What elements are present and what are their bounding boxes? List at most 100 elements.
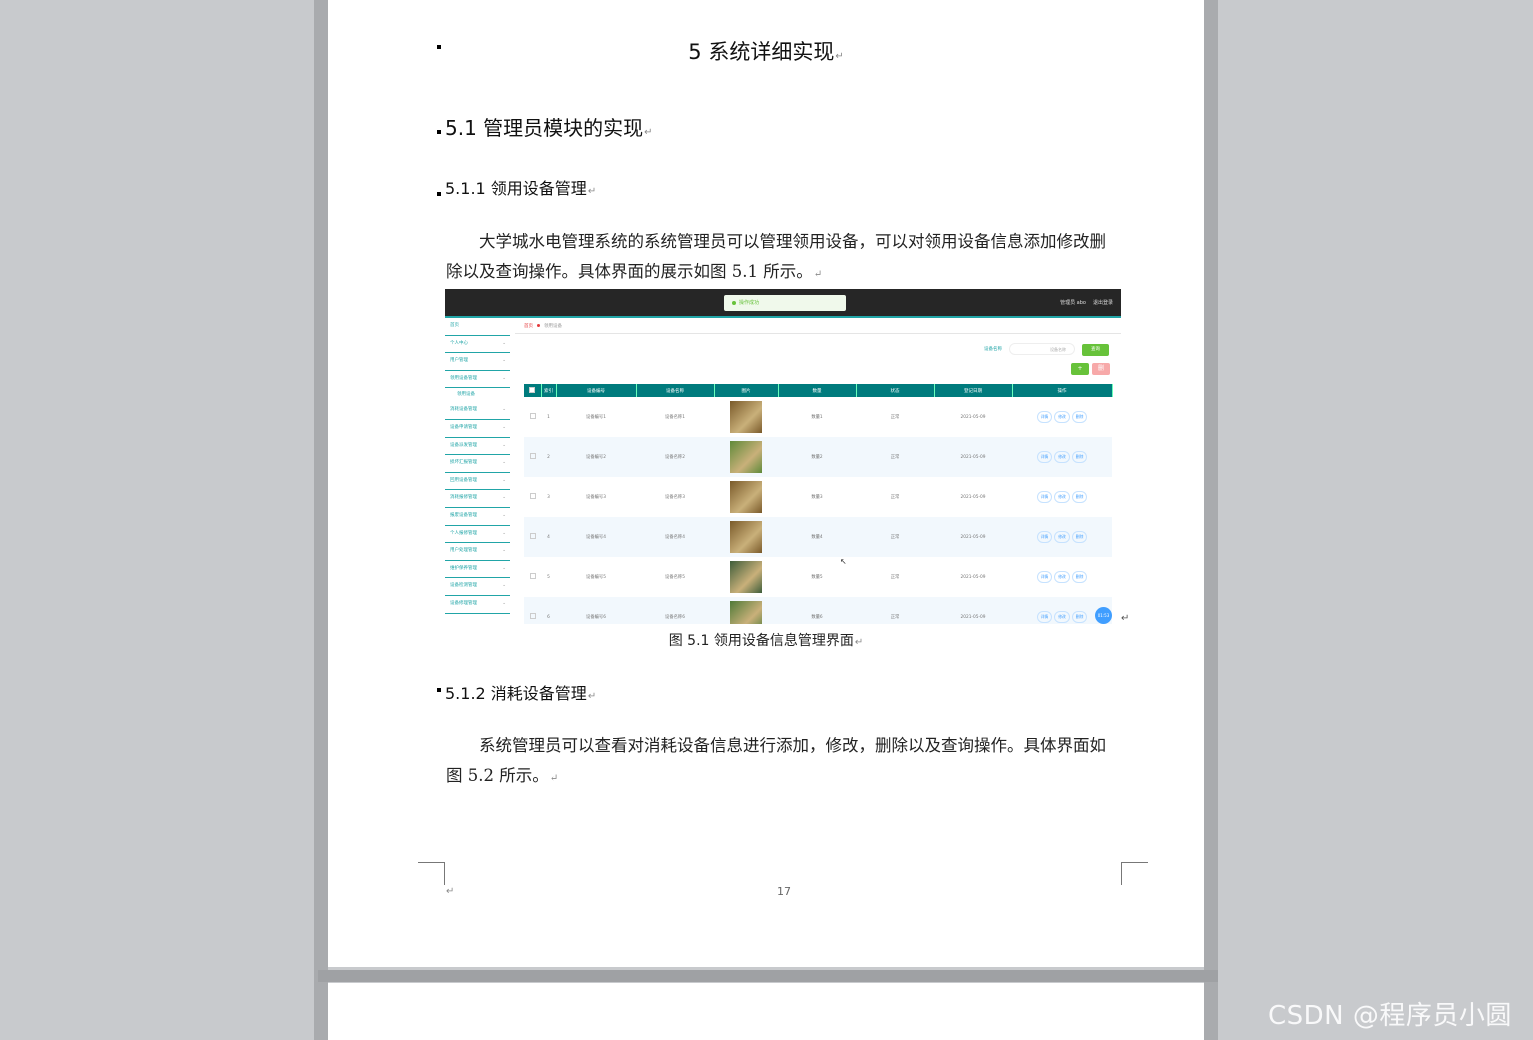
chevron-down-icon: ⌄ (502, 565, 506, 571)
table-cell: 设备名称3 (665, 495, 685, 500)
table-cell: 设备编号3 (586, 495, 606, 500)
subsection-title: 5.1.1 领用设备管理↵ (445, 179, 597, 198)
chevron-down-icon: ⌄ (502, 442, 506, 448)
table-cell (714, 517, 778, 557)
column-header: 登记日期 (934, 384, 1013, 397)
search-input: 设备名称 (1009, 343, 1075, 355)
row-checkbox (529, 533, 536, 539)
sidebar-item: 用户管理 ⌄ (445, 353, 510, 371)
select-all-checkbox (529, 386, 536, 393)
table-row: 5 设备编号5 设备名称5 数量5 正常 2021-05-09 详情 修改 删除 (524, 557, 1112, 597)
watermark: CSDN @程序员小圆 (1268, 1001, 1512, 1031)
table-cell: 4 (541, 517, 556, 557)
search-button: 查询 (1082, 344, 1109, 356)
add-button: + (1071, 363, 1089, 375)
delete-button: 删 (1092, 363, 1110, 375)
chevron-down-icon: ⌄ (502, 460, 506, 466)
table-cell (714, 437, 778, 477)
chevron-down-icon: ⌄ (502, 530, 506, 536)
column-header: 设备名称 (636, 384, 715, 397)
delete-row-button: 删除 (1071, 411, 1088, 423)
column-header: 状态 (856, 384, 935, 397)
table-cell (524, 517, 541, 557)
sidebar-item: 损坏汇报管理 ⌄ (445, 455, 510, 473)
device-table: 索引 设备编号 设备名称 图片 数量 状态 登记日期 操作 1 设备编号1 设备名称1 数量1 正常 2… (524, 384, 1113, 624)
detail-button: 详情 (1036, 411, 1053, 423)
page-separator (318, 970, 1218, 982)
chevron-down-icon: ⌄ (502, 358, 506, 364)
table-cell (714, 597, 778, 624)
table-cell (524, 597, 541, 624)
table-cell: 1 (547, 414, 550, 420)
table-cell: 2021-05-09 (960, 494, 986, 500)
sidebar-item: 领用设备管理 ⌄ (445, 371, 510, 389)
sidebar-item: 设备修理管理 ⌄ (445, 596, 510, 614)
document-page: 5 系统详细实现↵ 5.1 管理员模块的实现↵ 5.1.1 领用设备管理↵ 大学… (328, 0, 1204, 967)
equipment-photo (730, 521, 762, 553)
table-cell: 正常 (856, 597, 934, 624)
detail-button: 详情 (1036, 611, 1053, 623)
column-header: 设备编号 (556, 384, 637, 397)
table-cell: 设备编号1 (586, 415, 606, 420)
table-row: 6 设备编号6 设备名称6 数量6 正常 2021-05-09 详情 修改 删除 (524, 597, 1112, 624)
table-cell: 6 (541, 597, 556, 624)
sidebar-item: 报废设备管理 ⌄ (445, 508, 510, 526)
row-checkbox (529, 413, 536, 419)
table-cell: 数量3 (811, 495, 823, 500)
figure-caption: 图 5.1 领用设备信息管理界面↵ (668, 633, 864, 649)
page-margin-corner (418, 862, 445, 885)
equipment-photo (730, 561, 762, 593)
table-cell: 正常 (890, 495, 900, 500)
table-cell: 3 (547, 494, 550, 500)
table-cell (524, 557, 541, 597)
chevron-down-icon: ⌄ (502, 340, 506, 346)
detail-button: 详情 (1036, 531, 1053, 543)
table-row: 4 设备编号4 设备名称4 数量4 正常 2021-05-09 详情 修改 删除 (524, 517, 1112, 557)
search-label: 设备名称 (984, 347, 1002, 352)
paragraph-marker (437, 688, 441, 692)
row-checkbox (529, 573, 536, 579)
edit-button: 修改 (1054, 531, 1070, 543)
table-cell: 详情 修改 删除 (1012, 477, 1112, 517)
sidebar-item: 维护保养管理 ⌄ (445, 561, 510, 579)
mouse-cursor-icon: ↖ (840, 557, 847, 566)
sidebar-item: 设备派发管理 ⌄ (445, 438, 510, 456)
edit-button: 修改 (1054, 571, 1070, 583)
next-document-page (328, 983, 1204, 1040)
table-row: 2 设备编号2 设备名称2 数量2 正常 2021-05-09 详情 修改 删除 (524, 437, 1112, 477)
delete-row-button: 删除 (1071, 531, 1088, 543)
sidebar-item: 回用设备管理 ⌄ (445, 473, 510, 491)
sidebar-item: 个人中心 ⌄ (445, 336, 510, 354)
topbar-accent-line (445, 316, 1121, 318)
delete-row-button: 删除 (1071, 571, 1088, 583)
table-cell: 设备编号6 (556, 597, 636, 624)
table-cell: 2 (541, 437, 556, 477)
table-cell (524, 397, 541, 437)
column-header: 图片 (714, 384, 779, 397)
table-cell (714, 397, 778, 437)
table-header-row: 索引 设备编号 设备名称 图片 数量 状态 登记日期 操作 (524, 384, 1113, 397)
chevron-down-icon: ⌄ (502, 583, 506, 589)
table-cell: 设备名称2 (636, 437, 714, 477)
delete-row-button: 删除 (1071, 491, 1088, 503)
paragraph-marker (437, 192, 441, 196)
table-cell (524, 437, 541, 477)
table-cell: 正常 (890, 575, 900, 580)
table-cell: 设备名称4 (636, 517, 714, 557)
sidebar-item: 消耗设备管理 ⌄ (445, 402, 510, 420)
table-cell: 2021-05-09 (960, 574, 986, 580)
column-header (524, 384, 542, 397)
chevron-down-icon: ⌄ (502, 407, 506, 413)
table-cell: 设备名称1 (665, 415, 685, 420)
sidebar-subitem: 领用设备 (457, 392, 475, 398)
table-cell: 正常 (890, 415, 900, 420)
table-cell: 设备名称5 (665, 575, 685, 580)
table-cell: 数量2 (778, 437, 856, 477)
equipment-photo (730, 401, 762, 433)
table-cell: 2021-05-09 (934, 437, 1012, 477)
breadcrumb: 首页 领用设备 (524, 324, 562, 329)
chevron-down-icon: ⌄ (502, 477, 506, 483)
table-cell: 2021-05-09 (934, 597, 1012, 624)
chapter-title: 5 系统详细实现↵ (688, 40, 844, 64)
table-cell: 2021-05-09 (934, 517, 1012, 557)
